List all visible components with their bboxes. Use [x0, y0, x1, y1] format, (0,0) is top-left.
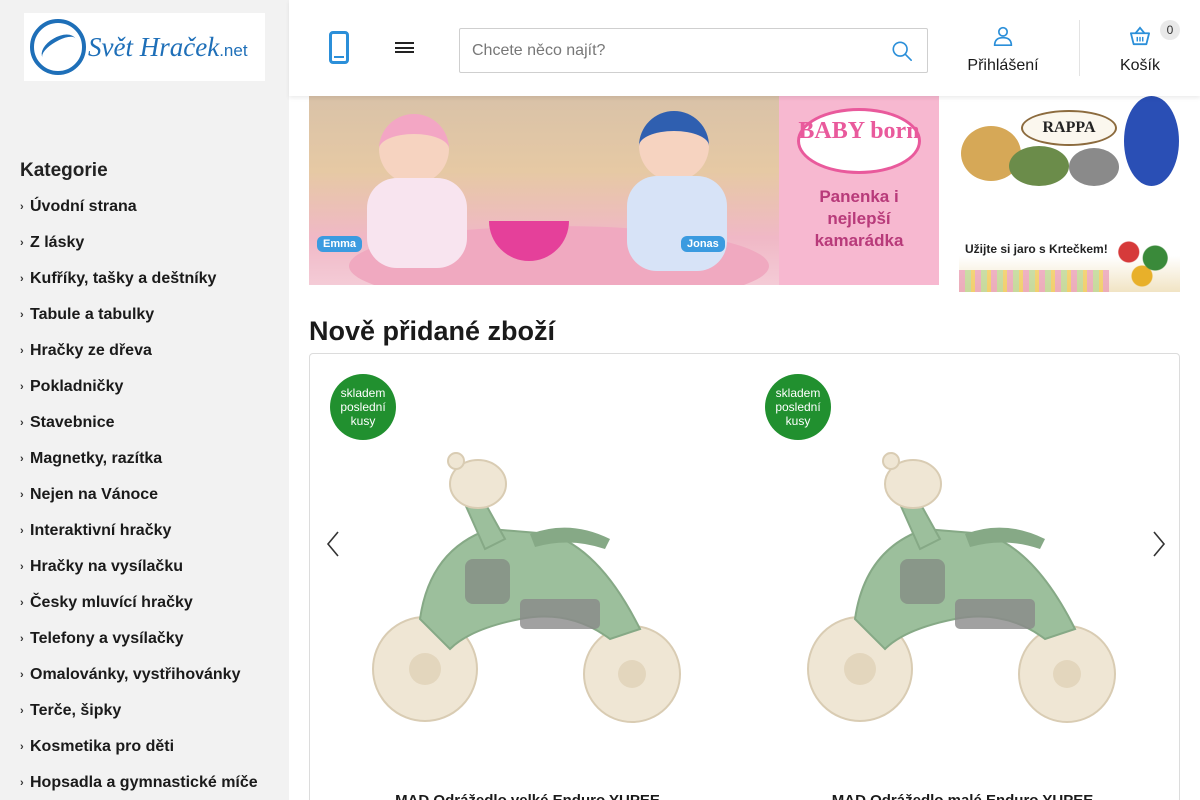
category-list: › Úvodní strana › Z lásky › Kufříky, tašky …	[20, 189, 258, 800]
search-box	[459, 28, 928, 73]
basket-icon	[1129, 26, 1150, 46]
chevron-right-icon: ›	[20, 237, 24, 249]
sidebar-item-omalovanky[interactable]: › Omalovánky, vystřihovánky	[20, 657, 258, 693]
top-header: Přihlášení Košík 0	[289, 0, 1200, 96]
sidebar-item-hopsadla[interactable]: › Hopsadla a gymnastické míče	[20, 765, 258, 800]
plush-parrot	[1124, 96, 1179, 186]
product-image[interactable]	[805, 449, 1125, 739]
doll-jonas-body	[627, 176, 727, 271]
product-image[interactable]	[370, 449, 690, 739]
categories-title: Kategorie	[20, 160, 108, 181]
stock-badge: skladem poslední kusy	[330, 374, 396, 440]
chevron-right-icon: ›	[20, 633, 24, 645]
doll-name-jonas: Jonas	[681, 236, 725, 252]
phone-icon[interactable]	[329, 31, 349, 64]
sidebar-item-vanoce[interactable]: › Nejen na Vánoce	[20, 477, 258, 513]
chevron-right-icon: ›	[20, 345, 24, 357]
sidebar-item-vysilacku[interactable]: › Hračky na vysílačku	[20, 549, 258, 585]
sidebar-item-pokladnicky[interactable]: › Pokladničky	[20, 369, 258, 405]
sidebar-item-uvodni-strana[interactable]: › Úvodní strana	[20, 189, 258, 225]
krtek-toys-image	[1109, 228, 1175, 288]
chevron-right-icon: ›	[20, 777, 24, 789]
chevron-left-icon[interactable]	[318, 524, 348, 564]
menu-icon[interactable]	[395, 42, 414, 53]
cart-label: Košík	[1119, 57, 1160, 74]
doll-emma-body	[367, 178, 467, 268]
login-label: Přihlášení	[967, 57, 1039, 74]
stock-badge: skladem poslední kusy	[765, 374, 831, 440]
krtek-banner[interactable]: Užijte si jaro s Krtečkem!	[959, 212, 1180, 292]
chevron-right-icon: ›	[20, 453, 24, 465]
chevron-right-icon: ›	[20, 381, 24, 393]
chevron-right-icon[interactable]	[1144, 524, 1174, 564]
banner-room-scene: Emma Jonas	[309, 96, 779, 285]
banner-brand-panel: BABY born Panenka i nejlepší kamarádka	[779, 96, 939, 285]
product-name[interactable]: MAD Odrážedlo velké Enduro YUPEE	[310, 792, 745, 800]
login-button[interactable]: Přihlášení	[959, 26, 1047, 75]
section-title: Nově přidané zboží	[309, 316, 556, 346]
chevron-right-icon: ›	[20, 705, 24, 717]
logo-ball-icon	[30, 19, 86, 75]
babyborn-logo-text: BABY born	[798, 118, 920, 144]
sidebar-item-kosmetika[interactable]: › Kosmetika pro děti	[20, 729, 258, 765]
chevron-right-icon: ›	[20, 597, 24, 609]
cart-count-badge: 0	[1160, 20, 1180, 40]
product-name[interactable]: MAD Odrážedlo malé Enduro YUPEE	[745, 792, 1179, 800]
chevron-right-icon: ›	[20, 417, 24, 429]
sidebar: Svět Hraček.net Kategorie › Úvodní strana…	[0, 0, 289, 800]
sidebar-item-tabule[interactable]: › Tabule a tabulky	[20, 297, 258, 333]
site-logo[interactable]: Svět Hraček.net	[24, 13, 265, 81]
sidebar-item-hracky-ze-dreva[interactable]: › Hračky ze dřeva	[20, 333, 258, 369]
sidebar-item-terce[interactable]: › Terče, šipky	[20, 693, 258, 729]
chevron-right-icon: ›	[20, 309, 24, 321]
doll-jonas-head	[639, 111, 709, 181]
sidebar-item-z-lasky[interactable]: › Z lásky	[20, 225, 258, 261]
sidebar-item-interaktivni[interactable]: › Interaktivní hračky	[20, 513, 258, 549]
header-divider	[1079, 20, 1080, 76]
plush-raccoon	[1069, 148, 1119, 186]
chevron-right-icon: ›	[20, 669, 24, 681]
doll-emma-head	[379, 114, 449, 184]
chevron-right-icon: ›	[20, 561, 24, 573]
rappa-logo: RAPPA	[1021, 110, 1117, 146]
search-icon[interactable]	[891, 40, 913, 62]
product-carousel: skladem poslední kusy MAD Odrážedlo velk…	[309, 353, 1180, 800]
sidebar-item-kufriky[interactable]: › Kufříky, tašky a deštníky	[20, 261, 258, 297]
sidebar-item-cesky-mluvici[interactable]: › Česky mluvící hračky	[20, 585, 258, 621]
search-input[interactable]	[472, 29, 872, 72]
chevron-right-icon: ›	[20, 525, 24, 537]
product-card[interactable]: skladem poslední kusy MAD Odrážedlo malé…	[745, 354, 1179, 800]
logo-text: Svět Hraček.net	[88, 31, 248, 62]
sidebar-item-stavebnice[interactable]: › Stavebnice	[20, 405, 258, 441]
chevron-right-icon: ›	[20, 201, 24, 213]
product-card[interactable]: skladem poslední kusy MAD Odrážedlo velk…	[310, 354, 745, 800]
chevron-right-icon: ›	[20, 273, 24, 285]
flowers-decoration	[959, 270, 1109, 292]
babyborn-banner[interactable]: Emma Jonas BABY born Panenka i nejlepší …	[309, 96, 939, 285]
krtek-banner-text: Užijte si jaro s Krtečkem!	[965, 242, 1108, 256]
rappa-banner[interactable]: RAPPA	[959, 96, 1180, 192]
sidebar-item-magnetky[interactable]: › Magnetky, razítka	[20, 441, 258, 477]
chevron-right-icon: ›	[20, 489, 24, 501]
banner-tagline: Panenka i nejlepší kamarádka	[814, 187, 904, 251]
sidebar-item-telefony[interactable]: › Telefony a vysílačky	[20, 621, 258, 657]
doll-name-emma: Emma	[317, 236, 363, 252]
plush-turtle	[1009, 146, 1069, 186]
user-icon	[993, 26, 1013, 46]
chevron-right-icon: ›	[20, 741, 24, 753]
